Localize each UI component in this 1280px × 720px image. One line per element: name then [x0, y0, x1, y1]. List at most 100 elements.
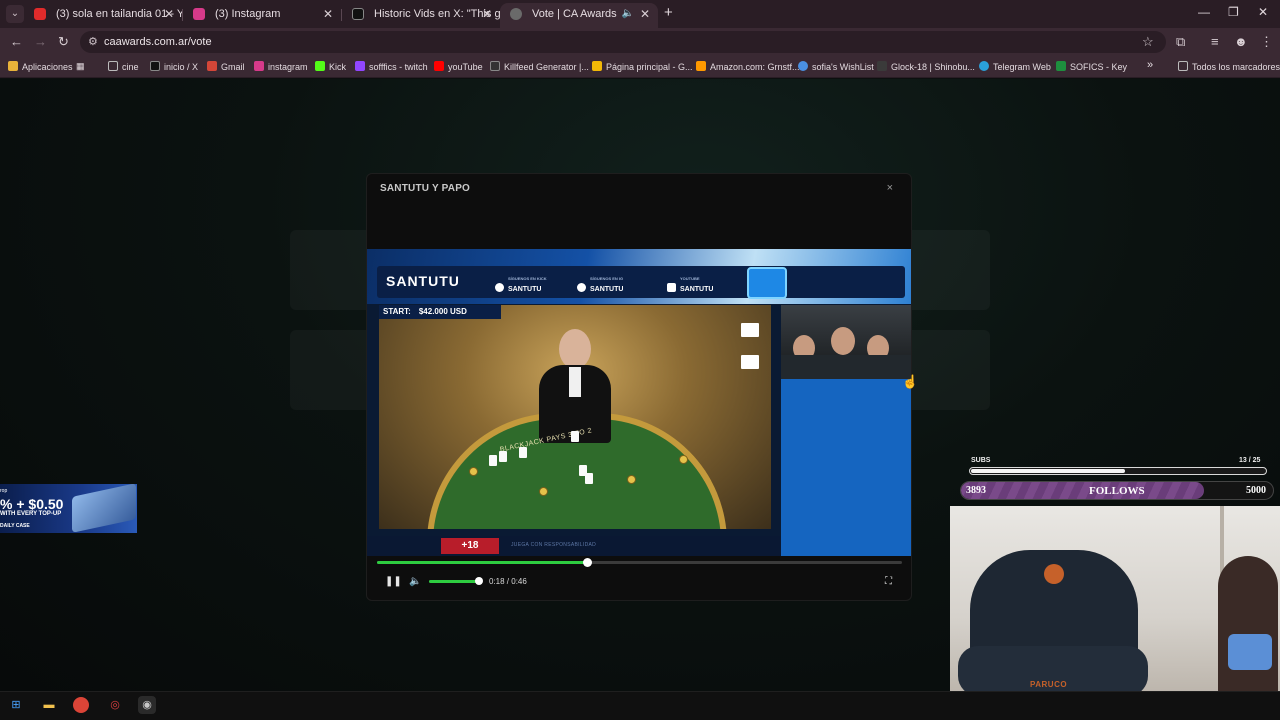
tab-x[interactable]: Historic Vids en X: "This guy te ✕ — [342, 3, 500, 28]
chrome-profile-icon[interactable]: ◉ — [138, 696, 156, 714]
bookmark-glock[interactable]: Glock-18 | Shinobu... — [877, 61, 975, 72]
close-icon[interactable]: ✕ — [164, 3, 174, 25]
tab-ca-awards[interactable]: Vote | CA Awards 🔈 ✕ — [500, 3, 658, 28]
youtube-icon — [34, 8, 46, 20]
forward-button[interactable]: → — [34, 34, 47, 49]
playing-card — [585, 473, 593, 484]
pause-button[interactable]: ❚❚ — [385, 576, 402, 587]
follows-goal: 5000 — [1246, 485, 1266, 496]
chrome-icon[interactable] — [73, 697, 89, 713]
menu-icon[interactable]: ⋮ — [1260, 34, 1273, 50]
tab-youtube[interactable]: (3) sola en tailandia 01 - YouTub ✕ — [24, 3, 182, 28]
blackjack-table-feed: BLACKJACK PAYS 3 TO 2 START: $42.000 USD — [379, 305, 771, 529]
volume-icon[interactable]: 🔈 — [409, 576, 421, 587]
killfeed-icon — [490, 61, 500, 71]
playing-card — [519, 447, 527, 458]
url-text[interactable]: caawards.com.ar/vote — [104, 36, 212, 48]
tab-instagram[interactable]: (3) Instagram ✕ — [183, 3, 341, 28]
person — [1218, 556, 1278, 691]
telegram-icon — [979, 61, 989, 71]
bookmark-sofics[interactable]: SOFICS - Key — [1056, 61, 1127, 72]
bookmark-gmail[interactable]: Gmail — [207, 61, 245, 72]
subs-goal-bar — [969, 467, 1267, 475]
glock-icon — [877, 61, 887, 71]
rifle-graphic — [72, 484, 136, 533]
windows-start-icon[interactable]: ⊞ — [7, 696, 25, 714]
chip — [469, 467, 478, 476]
video-frame[interactable]: SANTUTU SÍGUENOS EN KICK SANTUTU SÍGUENO… — [367, 249, 911, 556]
apps-icon — [8, 61, 18, 71]
bookmark-apps[interactable]: Aplicaciones — [8, 61, 73, 72]
volume-fill — [429, 580, 479, 583]
reload-button[interactable]: ↻ — [58, 34, 69, 50]
video-progress-bar[interactable] — [377, 558, 902, 567]
speaker-icon[interactable]: 🔈 — [622, 3, 634, 25]
bookmark-home[interactable]: Página principal - G... — [592, 61, 693, 72]
start-banner: START: $42.000 USD — [379, 305, 501, 319]
volume-slider[interactable] — [429, 577, 483, 585]
x-icon — [352, 8, 364, 20]
chair-logo-icon — [1044, 564, 1064, 584]
money-box-graphic — [747, 267, 787, 299]
tab-title: (3) Instagram — [215, 8, 281, 20]
file-explorer-icon[interactable]: ▬ — [40, 696, 58, 714]
sheets-icon — [1056, 61, 1066, 71]
modal-close-button[interactable]: × — [887, 182, 893, 194]
window-close-button[interactable]: ✕ — [1258, 5, 1268, 19]
bookmark-grid[interactable]: ▦ — [76, 61, 85, 72]
chair-brand: PARUCO — [1030, 680, 1068, 689]
ca-awards-icon — [510, 8, 522, 20]
youtube-icon — [434, 61, 444, 71]
instagram-icon — [193, 8, 205, 20]
new-tab-button[interactable]: + — [664, 4, 673, 21]
facecam: PARUCO — [950, 506, 1280, 691]
fullscreen-button[interactable]: ⛶ — [885, 576, 892, 587]
all-bookmarks-folder[interactable]: Todos los marcadores — [1178, 61, 1280, 72]
taskbar — [0, 691, 1280, 720]
close-icon[interactable]: ✕ — [482, 3, 492, 25]
tab-title: Vote | CA Awards — [532, 8, 617, 20]
stream-ticker: +18 JUEGA CON RESPONSABILIDAD — [367, 536, 781, 556]
media-control-icon[interactable]: ≡ — [1211, 34, 1219, 49]
close-icon[interactable]: ✕ — [323, 3, 333, 25]
bookmark-youtube[interactable]: youTube — [434, 61, 483, 72]
social-instagram: SÍGUENOS EN IG SANTUTU — [577, 275, 623, 294]
site-info-icon[interactable]: ⚙ — [88, 35, 98, 48]
extensions-icon[interactable]: ⧉ — [1176, 34, 1185, 50]
bookmarks-overflow-button[interactable]: » — [1147, 59, 1153, 71]
folder-icon — [108, 61, 118, 71]
bookmark-twitch[interactable]: sofffics - twitch — [355, 61, 428, 72]
restore-button[interactable]: ❐ — [1228, 5, 1239, 19]
volume-knob[interactable] — [475, 577, 483, 585]
bookmark-wishlist[interactable]: sofia's WishList — [798, 61, 874, 72]
follows-current: 3893 — [966, 485, 986, 496]
x-icon — [150, 61, 160, 71]
progress-knob[interactable] — [583, 558, 592, 567]
promo-banner[interactable]: rop % + $0.50 WITH EVERY TOP-UP DAILY CA… — [0, 484, 137, 533]
playing-card — [489, 455, 497, 466]
bookmark-star-icon[interactable]: ☆ — [1142, 34, 1154, 50]
bookmark-instagram[interactable]: instagram — [254, 61, 308, 72]
bookmark-kick[interactable]: Kick — [315, 61, 346, 72]
bookmark-killfeed[interactable]: Killfeed Generator |... — [490, 61, 589, 72]
address-bar[interactable] — [80, 31, 1166, 53]
bookmark-x[interactable]: inicio / X — [150, 61, 198, 72]
amazon-icon — [696, 61, 706, 71]
tab-search-button[interactable]: ⌄ — [6, 5, 24, 23]
minimize-button[interactable]: — — [1198, 5, 1210, 19]
kick-icon — [495, 283, 504, 292]
bookmark-telegram[interactable]: Telegram Web — [979, 61, 1051, 72]
follows-fill — [961, 482, 1204, 499]
playing-card — [499, 451, 507, 462]
bookmark-cine[interactable]: cine — [108, 61, 139, 72]
close-icon[interactable]: ✕ — [640, 3, 650, 25]
playing-card — [571, 431, 579, 442]
back-button[interactable]: ← — [10, 34, 23, 49]
streamer-cam — [781, 305, 911, 379]
profile-icon[interactable]: ☻ — [1234, 34, 1248, 49]
obs-icon[interactable]: ◎ — [106, 696, 124, 714]
stream-logo: SANTUTU — [386, 273, 460, 289]
video-modal: SANTUTU Y PAPO × SANTUTU SÍGUENOS EN KIC… — [366, 173, 912, 601]
bookmark-amazon[interactable]: Amazon.com: Grnstf... — [696, 61, 800, 72]
instagram-icon — [577, 283, 586, 292]
